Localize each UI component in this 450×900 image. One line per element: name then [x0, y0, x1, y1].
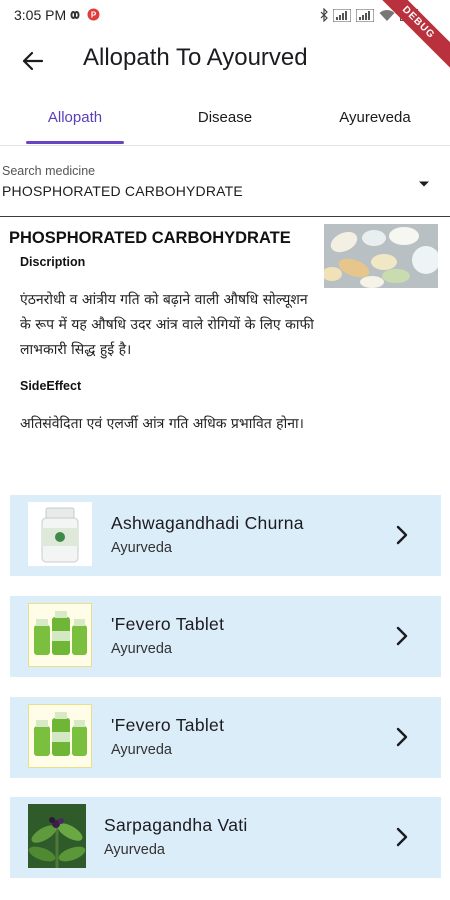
- chevron-right-icon: [396, 525, 408, 545]
- medicine-card-name: Sarpagandha Vati: [104, 815, 248, 835]
- medicine-card-category: Ayurveda: [111, 540, 172, 556]
- tab-disease[interactable]: Disease: [150, 95, 300, 143]
- search-medicine-dropdown[interactable]: Search medicine PHOSPHORATED CARBOHYDRAT…: [0, 158, 450, 217]
- notification-app-icon: P: [87, 8, 100, 21]
- status-time: 3:05 PM: [14, 7, 67, 23]
- medicine-card-category: Ayurveda: [111, 742, 172, 758]
- signal-icon: [333, 8, 351, 22]
- infinity-icon: [70, 10, 80, 19]
- medicine-card[interactable]: 'Fevero Tablet Ayurveda: [10, 697, 441, 778]
- tab-allopath[interactable]: Allopath: [0, 95, 150, 143]
- bottles-icon: [28, 603, 92, 667]
- medicine-name: PHOSPHORATED CARBOHYDRATE: [9, 229, 291, 247]
- chevron-right-icon: [396, 727, 408, 747]
- search-label: Search medicine: [2, 164, 96, 178]
- tab-indicator: [26, 141, 124, 144]
- medicine-card-category: Ayurveda: [104, 842, 165, 858]
- tab-bar: Allopath Disease Ayureveda: [0, 95, 450, 146]
- bottle-icon: [28, 502, 92, 566]
- dropdown-arrow-icon: [419, 181, 429, 187]
- medicine-card[interactable]: Sarpagandha Vati Ayurveda: [10, 797, 441, 878]
- app-bar: Allopath To Ayourved: [0, 30, 450, 90]
- arrow-left-icon: [22, 51, 44, 71]
- back-button[interactable]: [18, 46, 48, 76]
- description-text: एंठनरोधी व आंत्रीय गति को बढ़ाने वाली औष…: [20, 292, 314, 358]
- pills-image: [324, 224, 438, 288]
- status-bar: 3:05 PM P DEBUG: [0, 0, 450, 72]
- plant-icon: [28, 804, 86, 868]
- medicine-card-category: Ayurveda: [111, 641, 172, 657]
- medicine-card-name: 'Fevero Tablet: [111, 614, 225, 634]
- search-value: PHOSPHORATED CARBOHYDRATE: [2, 183, 243, 199]
- svg-text:P: P: [91, 11, 97, 20]
- medicine-card-name: 'Fevero Tablet: [111, 715, 225, 735]
- tab-ayureveda[interactable]: Ayureveda: [300, 95, 450, 143]
- bottles-icon: [28, 704, 92, 768]
- medicine-card-name: Ashwagandhadi Churna: [111, 513, 304, 533]
- chevron-right-icon: [396, 626, 408, 646]
- side-effect-label: SideEffect: [20, 379, 82, 393]
- signal-icon-2: [356, 8, 374, 22]
- page-title: Allopath To Ayourved: [83, 44, 308, 71]
- side-effect-text: अतिसंवेदिता एवं एलर्जी आंत्र गति अधिक प्…: [20, 416, 304, 432]
- description-label: Discription: [20, 255, 86, 269]
- bluetooth-icon: [320, 8, 328, 22]
- medicine-card[interactable]: 'Fevero Tablet Ayurveda: [10, 596, 441, 677]
- chevron-right-icon: [396, 827, 408, 847]
- medicine-card[interactable]: Ashwagandhadi Churna Ayurveda: [10, 495, 441, 576]
